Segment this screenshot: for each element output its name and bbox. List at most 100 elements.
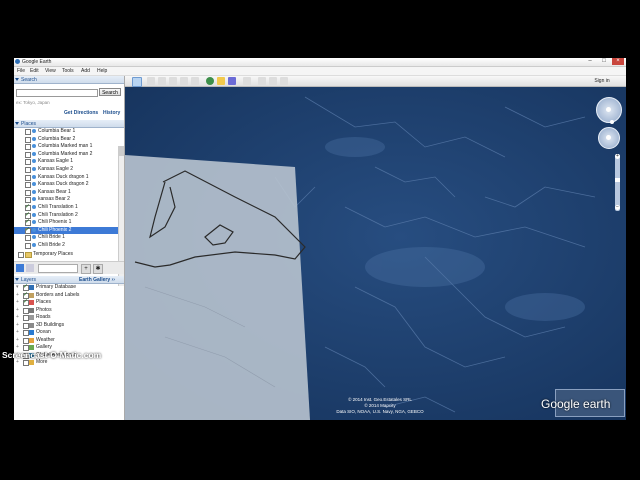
place-checkbox[interactable] — [25, 226, 31, 234]
menu-help[interactable]: Help — [97, 68, 107, 74]
layer-item[interactable]: + Places — [14, 298, 124, 306]
expand-icon[interactable]: ▾ — [16, 284, 19, 290]
map-view[interactable]: + − © 2014 Inst. Geo.Estatales SRL © 201… — [125, 87, 626, 420]
historical-imagery-icon[interactable] — [206, 77, 214, 85]
collapse-triangle-icon — [15, 78, 19, 81]
place-item[interactable]: Kansas Duck dragon 2 — [14, 181, 118, 189]
placemark-icon — [32, 197, 36, 202]
place-item[interactable]: Kansas Eagle 1 — [14, 158, 118, 166]
layer-item[interactable]: + More — [14, 359, 124, 366]
place-checkbox[interactable] — [25, 144, 31, 151]
zoom-out-icon[interactable]: − — [615, 205, 620, 210]
place-item[interactable]: Chili Bride 2 — [14, 242, 118, 249]
image-overlay-icon[interactable] — [180, 77, 188, 85]
list-view-button[interactable] — [26, 264, 34, 272]
search-hint: ex: Tokyo, Japan — [16, 100, 50, 105]
layer-item[interactable]: + Ocean — [14, 329, 124, 336]
sidebar-toggle-icon[interactable] — [132, 77, 142, 87]
layer-item[interactable]: + Weather — [14, 337, 124, 344]
places-panel-header[interactable]: Places — [14, 120, 124, 128]
place-checkbox[interactable] — [25, 182, 31, 189]
options-icon[interactable]: ✱ — [93, 264, 103, 274]
layer-item[interactable]: + Borders and Labels — [14, 291, 124, 299]
show-places-button[interactable] — [16, 264, 24, 272]
layer-item[interactable]: + Roads — [14, 314, 124, 321]
sunlight-icon[interactable] — [217, 77, 225, 85]
place-checkbox[interactable] — [25, 159, 31, 166]
placemark-icon — [32, 167, 36, 171]
placemark-icon — [32, 220, 36, 225]
places-filter-input[interactable] — [38, 264, 78, 273]
maximize-button[interactable]: □ — [598, 58, 610, 65]
ruler-icon[interactable] — [243, 77, 251, 85]
place-label: Kansas Duck dragon 2 — [38, 181, 89, 188]
place-item[interactable]: Kansas Eagle 2 — [14, 166, 118, 173]
place-checkbox[interactable] — [25, 136, 31, 143]
ocean-terrain-imagery — [125, 87, 626, 420]
place-item[interactable]: Chili Bride 1 — [14, 234, 118, 242]
north-indicator[interactable] — [610, 120, 614, 124]
search-button[interactable]: Search — [99, 88, 121, 96]
menu-file[interactable]: File — [17, 68, 25, 74]
menu-view[interactable]: View — [45, 68, 56, 74]
move-joystick[interactable] — [598, 127, 620, 149]
layer-label: Borders and Labels — [36, 291, 80, 298]
sign-in-button[interactable]: Sign in — [580, 77, 624, 85]
view-in-maps-icon[interactable] — [280, 77, 288, 85]
expand-icon[interactable]: + — [16, 314, 19, 320]
layer-item[interactable]: + Photos — [14, 307, 124, 314]
zoom-in-small-icon[interactable]: + — [81, 264, 91, 274]
place-label: Columbia Marked man 2 — [38, 150, 93, 157]
get-directions-link[interactable]: Get Directions — [64, 110, 98, 116]
place-item[interactable]: Kansas Duck dragon 1 — [14, 174, 118, 181]
placemark-icon — [32, 182, 36, 187]
email-icon[interactable] — [258, 77, 266, 85]
menu-tools[interactable]: Tools — [62, 68, 74, 74]
expand-icon[interactable]: + — [16, 307, 19, 313]
expand-icon[interactable]: + — [16, 292, 19, 298]
expand-icon[interactable]: + — [16, 329, 19, 335]
look-joystick[interactable] — [596, 97, 622, 123]
places-scroll-thumb[interactable] — [119, 146, 124, 156]
temporary-places-item[interactable]: Temporary Places — [14, 251, 118, 258]
menu-edit[interactable]: Edit — [30, 68, 39, 74]
expand-icon[interactable]: + — [16, 299, 19, 305]
place-item[interactable]: Columbia Marked man 2 — [14, 151, 118, 158]
minimize-button[interactable]: – — [584, 58, 596, 65]
planets-icon[interactable] — [228, 77, 236, 85]
eye-icon — [606, 107, 611, 112]
menu-add[interactable]: Add — [81, 68, 90, 74]
placemark-icon — [32, 144, 36, 149]
place-item[interactable]: Kansas Bear 1 — [14, 189, 118, 196]
search-input[interactable] — [16, 89, 98, 97]
place-checkbox[interactable] — [25, 151, 31, 158]
place-checkbox[interactable] — [25, 189, 31, 196]
layers-panel-header[interactable]: Layers Earth Gallery ›› — [14, 276, 124, 284]
zoom-in-icon[interactable]: + — [615, 154, 620, 159]
place-item[interactable]: Columbia Bear 2 — [14, 136, 118, 143]
layer-item[interactable]: ▾ Primary Database — [14, 283, 124, 291]
temporary-places-checkbox[interactable] — [18, 252, 24, 258]
place-checkbox[interactable] — [25, 174, 31, 181]
layer-item[interactable]: +3D Buildings — [14, 322, 124, 329]
polygon-icon[interactable] — [158, 77, 166, 85]
place-item[interactable]: Columbia Bear 1 — [14, 128, 118, 135]
place-item[interactable]: Chili Phoenix 2 — [14, 226, 118, 234]
place-checkbox[interactable] — [25, 243, 31, 249]
record-tour-icon[interactable] — [191, 77, 199, 85]
place-checkbox[interactable] — [25, 167, 31, 173]
expand-icon[interactable]: + — [16, 322, 19, 328]
history-link[interactable]: History — [103, 110, 120, 116]
earth-gallery-button[interactable]: Earth Gallery ›› — [79, 277, 115, 283]
place-checkbox[interactable] — [25, 129, 31, 135]
placemark-icon[interactable] — [147, 77, 155, 85]
search-panel-header[interactable]: Search — [14, 76, 124, 84]
zoom-slider[interactable]: + − — [615, 154, 620, 211]
close-button[interactable]: × — [612, 58, 624, 65]
place-item[interactable]: Columbia Marked man 1 — [14, 143, 118, 151]
path-icon[interactable] — [169, 77, 177, 85]
place-checkbox[interactable] — [25, 235, 31, 242]
print-icon[interactable] — [269, 77, 277, 85]
zoom-slider-thumb[interactable] — [615, 178, 620, 182]
expand-icon[interactable]: + — [16, 337, 19, 343]
